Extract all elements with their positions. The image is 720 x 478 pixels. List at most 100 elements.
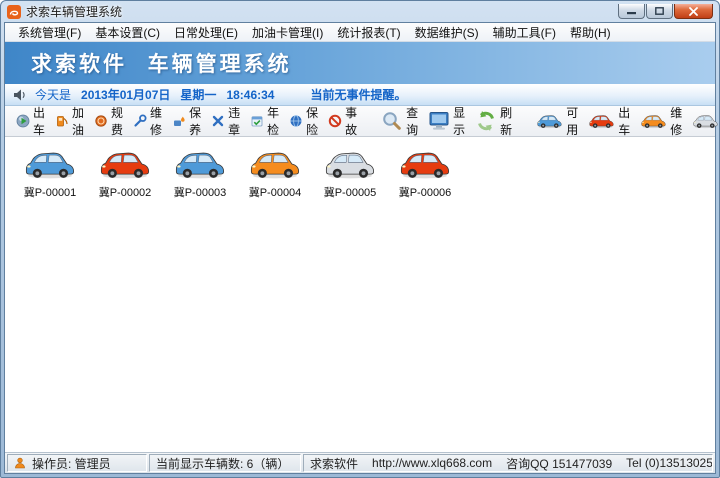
menu-item-daily-processing[interactable]: 日常处理(E) (167, 23, 245, 42)
legend-label: 可用 (566, 106, 579, 137)
legend-other[interactable]: 其他 (687, 101, 720, 141)
vehicle-grid: 冀P-00001 冀P-00002 冀P-00003 冀P-00004 冀P-0… (5, 137, 715, 452)
title-bar: 求索车辆管理系统 (1, 1, 719, 22)
toolbar-button-label: 显示 (453, 106, 466, 137)
menu-item-fuel-card[interactable]: 加油卡管理(I) (245, 23, 330, 42)
toolbar-button-label: 保险 (306, 106, 319, 137)
vehicle-item[interactable]: 冀P-00003 (167, 147, 233, 200)
search-icon (383, 112, 401, 130)
toolbar-button-label: 维修 (150, 106, 163, 137)
status-count-panel: 当前显示车辆数: 6（辆） (149, 454, 301, 472)
menu-item-system[interactable]: 系统管理(F) (11, 23, 88, 42)
vehicle-item[interactable]: 冀P-00004 (242, 147, 308, 200)
vehicle-plate: 冀P-00002 (98, 187, 152, 199)
car-other-icon (692, 112, 719, 130)
vehicle-item[interactable]: 冀P-00001 (17, 147, 83, 200)
tel-contact: Tel (0)13513025128 (626, 456, 713, 470)
maximize-icon (655, 7, 664, 15)
fee-icon (95, 115, 107, 127)
toolbar-button-label: 年检 (267, 106, 280, 137)
car-icon (98, 147, 152, 181)
inspection-icon (251, 116, 263, 127)
legend-label: 出车 (618, 106, 631, 137)
display-icon (429, 112, 449, 130)
brand-text: 求索软件 (310, 456, 359, 471)
car-available-icon (536, 112, 563, 130)
vehicle-plate: 冀P-00005 (323, 187, 377, 199)
legend-label: 维修 (670, 106, 683, 137)
menu-item-data-maintenance[interactable]: 数据维护(S) (408, 23, 486, 42)
operator-text: 操作员: 管理员 (32, 456, 111, 471)
operator-icon (15, 457, 25, 469)
violation-icon (212, 115, 224, 127)
toolbar-button-display[interactable]: 显示 (423, 101, 470, 141)
toolbar-button-search[interactable]: 查询 (376, 101, 423, 141)
menu-item-reports[interactable]: 统计报表(T) (330, 23, 407, 42)
menu-item-help[interactable]: 帮助(H) (563, 23, 618, 42)
car-repair-icon (640, 112, 667, 130)
toolbar-button-inspection[interactable]: 年检 (245, 101, 284, 141)
legend-available[interactable]: 可用 (531, 101, 583, 141)
minimize-button[interactable] (618, 4, 645, 19)
vehicle-item[interactable]: 冀P-00006 (392, 147, 458, 200)
vehicle-item[interactable]: 冀P-00005 (317, 147, 383, 200)
status-bar: 操作员: 管理员 当前显示车辆数: 6（辆） 求索软件 http://www.x… (5, 452, 715, 473)
qq-contact: 咨询QQ 151477039 (506, 456, 613, 471)
status-operator-panel: 操作员: 管理员 (7, 454, 147, 472)
legend-repair[interactable]: 维修 (635, 101, 687, 141)
close-icon (689, 6, 698, 16)
toolbar-button-depart[interactable]: 出车 (11, 101, 50, 141)
toolbar: 出车 加油 规费 维修 保养 违章 年检 保险 事故 查询 显示 刷新 可用 出… (5, 106, 715, 137)
refresh-icon (478, 111, 495, 131)
repair-icon (134, 114, 147, 127)
car-out-icon (588, 112, 615, 130)
depart-icon (16, 114, 30, 128)
car-icon (173, 147, 227, 181)
banner-title: 求索软件 车辆管理系统 (31, 51, 292, 76)
maximize-button[interactable] (646, 4, 673, 19)
toolbar-button-label: 查询 (406, 106, 419, 137)
vehicle-item[interactable]: 冀P-00002 (92, 147, 158, 200)
car-icon (398, 147, 452, 181)
menu-item-tools[interactable]: 辅助工具(F) (486, 23, 563, 42)
car-icon (23, 147, 77, 181)
toolbar-button-fees[interactable]: 规费 (89, 101, 128, 141)
toolbar-button-label: 事故 (345, 106, 358, 137)
vehicle-count-text: 当前显示车辆数: 6（辆） (156, 456, 290, 471)
car-icon (248, 147, 302, 181)
menu-bar: 系统管理(F) 基本设置(C) 日常处理(E) 加油卡管理(I) 统计报表(T)… (5, 23, 715, 42)
vehicle-plate: 冀P-00003 (173, 187, 227, 199)
menu-item-basic-settings[interactable]: 基本设置(C) (88, 23, 167, 42)
status-info-panel: 求索软件 http://www.xlq668.com 咨询QQ 15147703… (303, 454, 713, 472)
toolbar-button-insurance[interactable]: 保险 (284, 101, 323, 141)
toolbar-button-maintenance[interactable]: 保养 (167, 101, 206, 141)
toolbar-button-violation[interactable]: 违章 (206, 101, 245, 141)
app-icon (7, 4, 21, 19)
toolbar-button-refuel[interactable]: 加油 (50, 101, 89, 141)
website-url: http://www.xlq668.com (372, 456, 493, 470)
accident-icon (328, 114, 342, 128)
toolbar-button-repair[interactable]: 维修 (128, 101, 167, 141)
toolbar-button-accident[interactable]: 事故 (323, 101, 362, 141)
vehicle-plate: 冀P-00006 (398, 187, 452, 199)
fuel-icon (57, 116, 68, 127)
speaker-icon (14, 89, 25, 100)
toolbar-button-label: 出车 (33, 106, 46, 137)
vehicle-plate: 冀P-00004 (248, 187, 302, 199)
car-icon (323, 147, 377, 181)
maintenance-icon (174, 116, 185, 126)
toolbar-button-label: 刷新 (500, 106, 513, 137)
close-button[interactable] (674, 4, 713, 19)
toolbar-button-refresh[interactable]: 刷新 (470, 101, 517, 141)
app-window: 求索车辆管理系统 系统管理(F) 基本设置(C) 日常处理(E) 加油卡管理(I… (0, 0, 720, 478)
current-time: 18:46:34 (226, 87, 275, 102)
minimize-icon (627, 11, 636, 14)
toolbar-button-label: 保养 (189, 106, 202, 137)
app-banner: 求索软件 车辆管理系统 (5, 42, 715, 84)
legend-out[interactable]: 出车 (583, 101, 635, 141)
toolbar-button-label: 规费 (111, 106, 124, 137)
vehicle-plate: 冀P-00001 (23, 187, 77, 199)
insurance-icon (290, 115, 302, 127)
window-title: 求索车辆管理系统 (26, 5, 123, 19)
toolbar-button-label: 加油 (72, 106, 85, 137)
